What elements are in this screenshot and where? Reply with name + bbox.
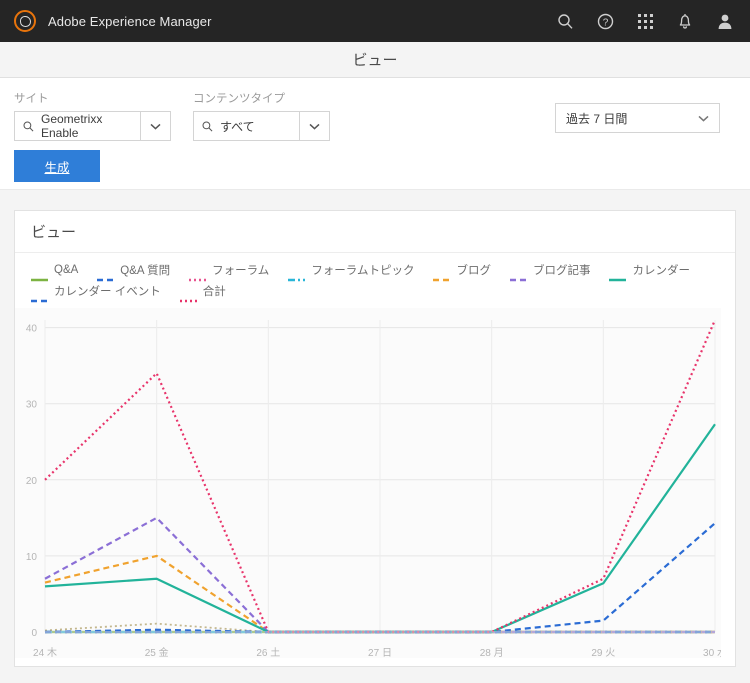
legend-swatch-icon <box>97 269 115 281</box>
svg-text:30 水: 30 水 <box>703 647 721 658</box>
user-avatar-icon[interactable] <box>716 12 734 30</box>
svg-text:24 木: 24 木 <box>33 647 57 658</box>
legend-swatch-icon <box>31 290 48 302</box>
legend-label: ブログ記事 <box>532 265 591 277</box>
legend-label: Q&A <box>54 264 79 276</box>
search-icon <box>202 121 213 131</box>
legend-item[interactable]: カレンダー イベント <box>31 283 161 302</box>
generate-button[interactable]: 生成 <box>14 150 100 182</box>
svg-text:30: 30 <box>26 400 38 411</box>
chart-plot-area: 0 10 20 30 40 24 木 25 金 26 土 27 日 28 月 29 火 30 水 <box>15 308 735 658</box>
legend-swatch-icon <box>288 269 306 281</box>
line-chart: 0 10 20 30 40 24 木 25 金 26 土 27 日 28 月 29 火 30 水 <box>15 308 721 658</box>
svg-text:10: 10 <box>26 552 38 563</box>
svg-text:25 金: 25 金 <box>145 646 169 658</box>
legend-item[interactable]: カレンダー <box>609 262 690 281</box>
chevron-down-icon <box>150 123 161 130</box>
svg-text:?: ? <box>602 17 608 28</box>
legend-swatch-icon <box>609 269 627 281</box>
site-combobox[interactable]: Geometrixx Enable <box>14 111 171 141</box>
legend-item[interactable]: Q&A 質問 <box>97 262 171 281</box>
svg-text:27 日: 27 日 <box>368 648 392 658</box>
chevron-down-icon <box>698 115 709 122</box>
content-type-dropdown-caret[interactable] <box>300 111 330 141</box>
site-filter: サイト Geometrixx Enable <box>14 90 171 141</box>
site-input[interactable]: Geometrixx Enable <box>14 111 141 141</box>
svg-text:40: 40 <box>26 324 38 335</box>
legend-item[interactable]: 合計 <box>179 283 226 302</box>
content-type-filter-label: コンテンツタイプ <box>193 93 285 105</box>
legend-label: 合計 <box>202 286 226 298</box>
site-value: Geometrixx Enable <box>41 112 103 140</box>
legend-label: ブログ <box>456 265 491 277</box>
card-header: ビュー <box>15 211 735 253</box>
search-icon[interactable] <box>556 12 574 30</box>
site-dropdown-caret[interactable] <box>141 111 171 141</box>
legend-item[interactable]: ブログ記事 <box>509 262 591 281</box>
chevron-down-icon <box>309 123 320 130</box>
card-title: ビュー <box>31 224 77 241</box>
brand[interactable]: Adobe Experience Manager <box>14 10 212 32</box>
brand-title: Adobe Experience Manager <box>48 13 212 29</box>
top-bar: Adobe Experience Manager ? <box>0 0 750 42</box>
site-filter-label: サイト <box>14 93 49 105</box>
generate-button-label: 生成 <box>44 160 70 175</box>
svg-text:0: 0 <box>31 628 37 639</box>
page-title: ビュー <box>352 52 398 69</box>
legend-swatch-icon <box>433 269 451 281</box>
legend-swatch-icon <box>509 269 527 281</box>
chart-legend: Q&A Q&A 質問 フォーラム フォーラムトピック ブログ ブログ記事 カレンダーカレンダ… <box>15 253 735 308</box>
legend-label: フォーラム <box>212 265 270 277</box>
legend-swatch-icon <box>31 269 48 281</box>
legend-label: カレンダー イベント <box>54 286 161 298</box>
legend-item[interactable]: Q&A <box>31 262 79 281</box>
filter-bar: サイト Geometrixx Enable コンテンツタイプ すべて 生成 過去… <box>0 78 750 190</box>
legend-item[interactable]: フォーラムトピック <box>288 262 415 281</box>
date-range-value: 過去 7 日間 <box>566 111 628 126</box>
page-title-bar: ビュー <box>0 42 750 78</box>
content-type-input[interactable]: すべて <box>193 111 300 141</box>
help-icon[interactable]: ? <box>596 12 614 30</box>
legend-item[interactable]: フォーラム <box>189 262 270 281</box>
legend-item[interactable]: ブログ <box>433 262 491 281</box>
date-range-select[interactable]: 過去 7 日間 <box>555 103 720 133</box>
content-type-value: すべて <box>220 119 255 134</box>
views-chart-card: ビュー Q&A Q&A 質問 フォーラム フォーラムトピック ブログ ブログ記事 カレンダー… <box>14 210 736 667</box>
svg-text:28 月: 28 月 <box>480 647 504 658</box>
legend-label: Q&A 質問 <box>120 265 171 277</box>
adobe-aem-logo-icon <box>14 10 36 32</box>
content-type-filter: コンテンツタイプ すべて <box>193 90 330 141</box>
legend-label: カレンダー <box>632 265 690 277</box>
legend-label: フォーラムトピック <box>311 265 415 277</box>
bell-icon[interactable] <box>676 12 694 30</box>
svg-text:26 土: 26 土 <box>256 646 280 658</box>
top-bar-icons: ? <box>556 12 738 30</box>
svg-text:20: 20 <box>26 476 38 487</box>
legend-swatch-icon <box>179 290 197 302</box>
date-range-filter: 過去 7 日間 <box>555 103 720 133</box>
apps-grid-icon[interactable] <box>636 12 654 30</box>
search-icon <box>23 121 34 131</box>
content-type-combobox[interactable]: すべて <box>193 111 330 141</box>
svg-text:29 火: 29 火 <box>591 647 615 658</box>
legend-swatch-icon <box>189 269 207 281</box>
